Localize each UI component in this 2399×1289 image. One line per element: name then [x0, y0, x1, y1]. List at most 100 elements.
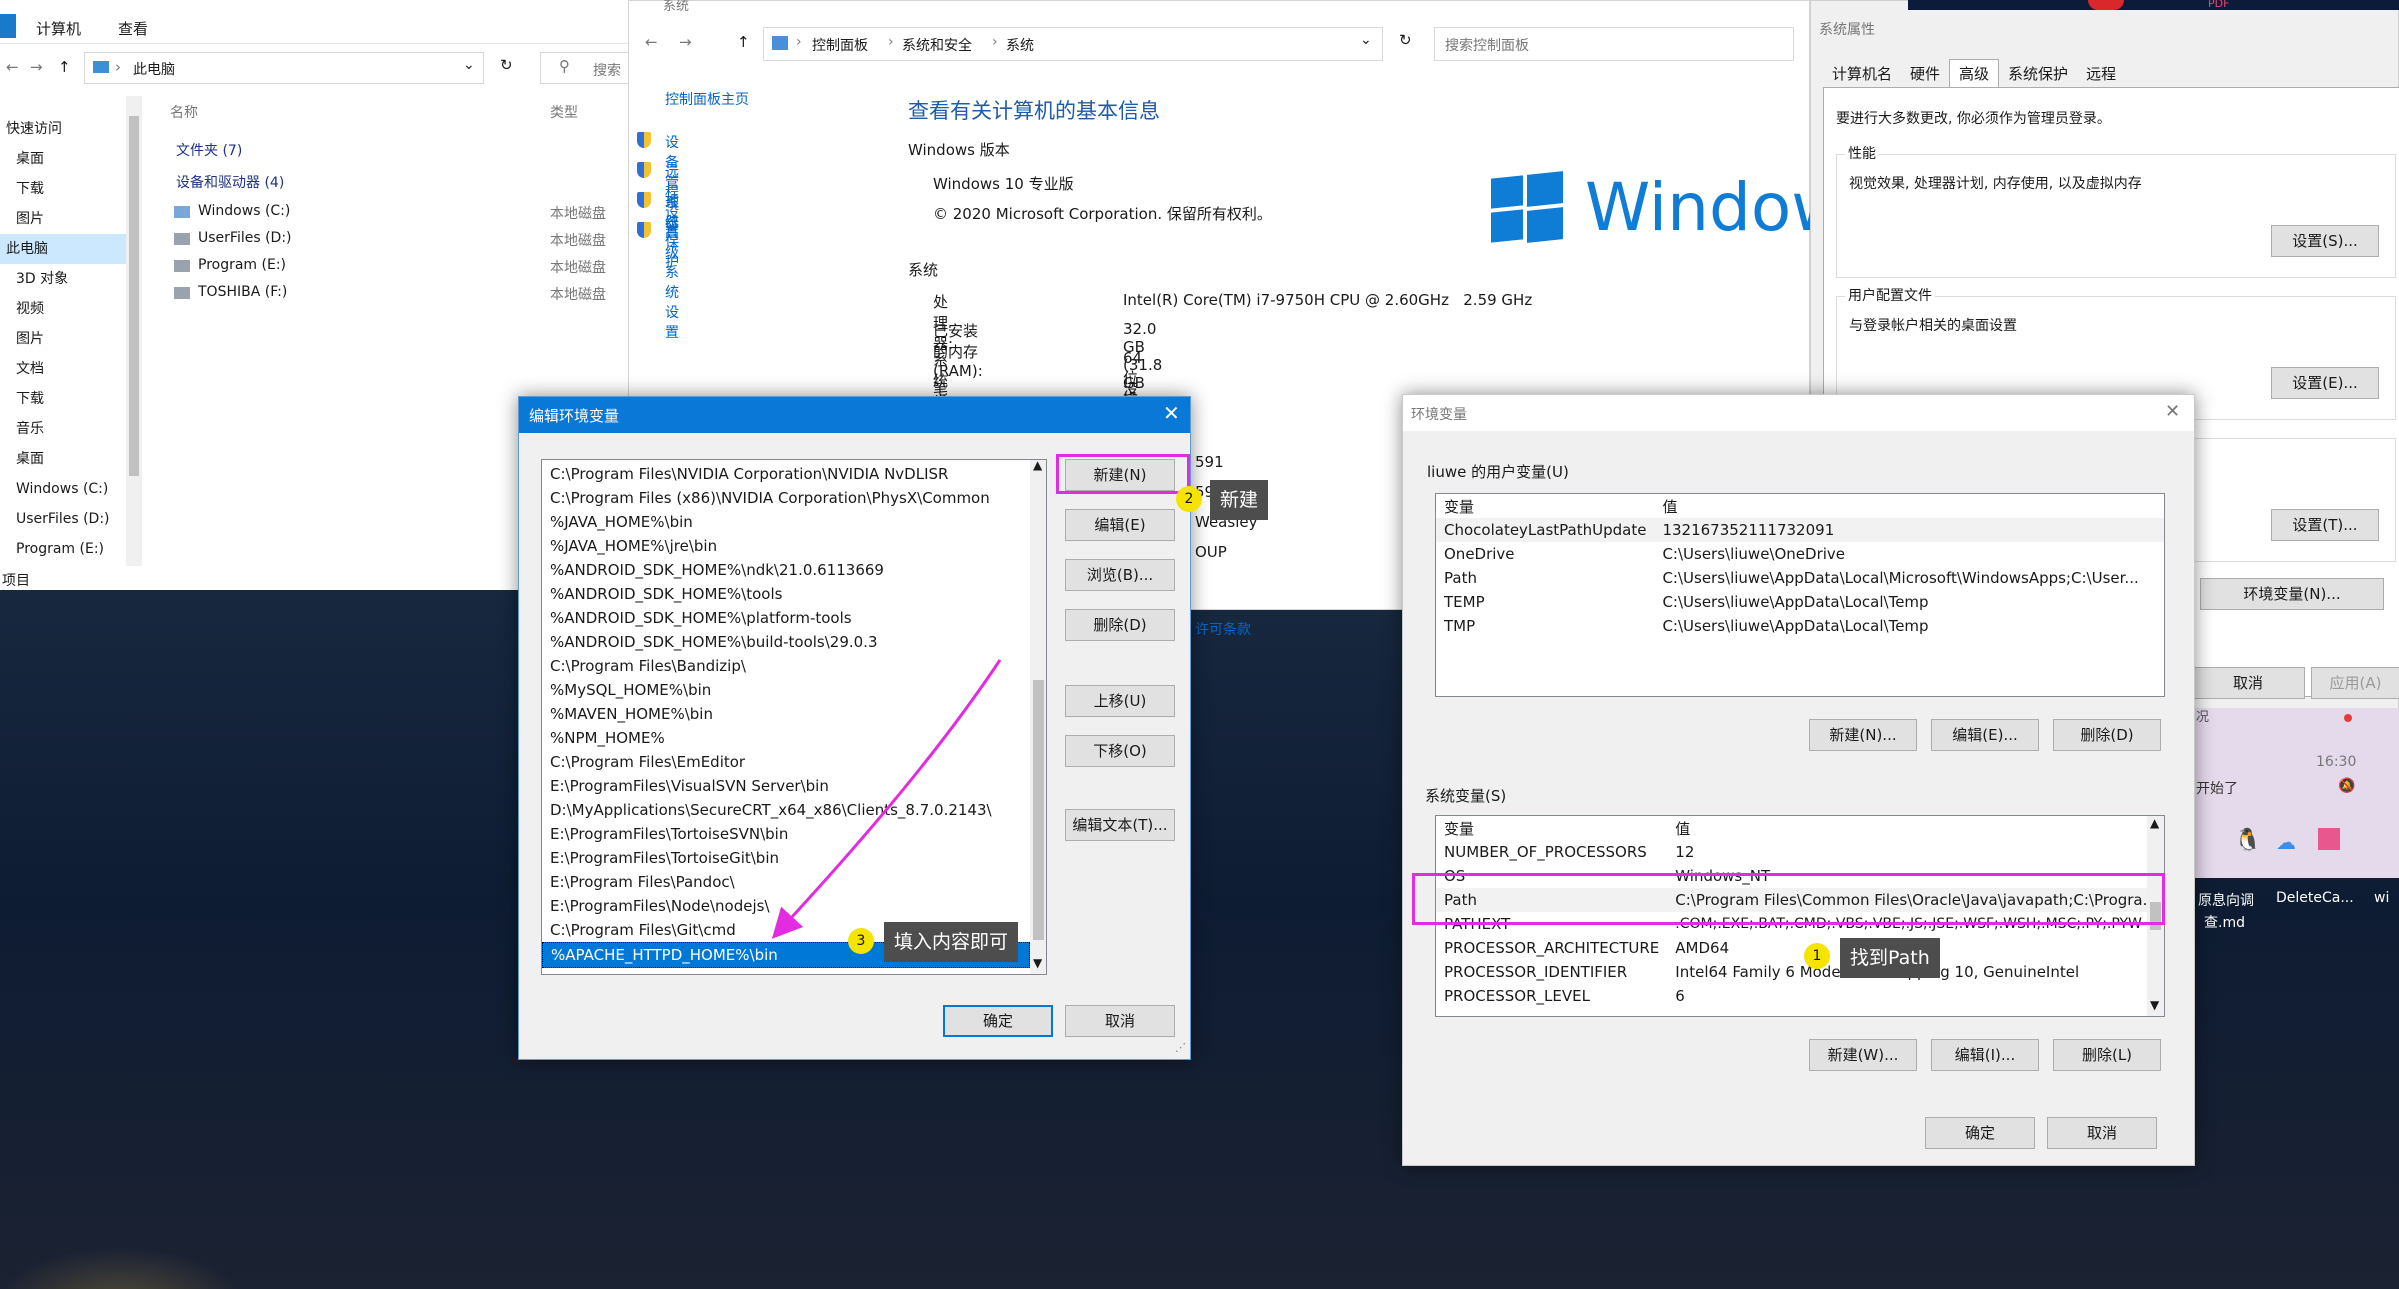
drive-row[interactable]: UserFiles (D:) 本地磁盘	[170, 227, 630, 254]
ribbon-tab-computer[interactable]: 计算机	[36, 18, 81, 39]
profile-settings-button[interactable]: 设置(E)...	[2271, 367, 2379, 399]
explorer-search-box[interactable]: ⚲ 搜索	[540, 52, 632, 84]
path-entry-row[interactable]: %JAVA_HOME%\bin	[542, 510, 1030, 534]
qq-icon[interactable]: 🐧	[2234, 828, 2261, 853]
drive-row[interactable]: Program (E:) 本地磁盘	[170, 254, 630, 281]
table-row[interactable]: PROCESSOR_LEVEL 6	[1436, 984, 2164, 1008]
path-entry-row[interactable]: %JAVA_HOME%\jre\bin	[542, 534, 1030, 558]
resize-grip-icon[interactable]: ⋰	[1175, 1041, 1186, 1054]
column-header-name[interactable]: 名称	[170, 102, 198, 122]
nav-drive-e[interactable]: Program (E:)	[0, 534, 140, 564]
path-entry-row[interactable]: C:\Program Files\NVIDIA Corporation\NVID…	[542, 462, 1030, 486]
nav-documents[interactable]: 文档	[0, 354, 140, 384]
table-row[interactable]: NUMBER_OF_PROCESSORS 12	[1436, 840, 2164, 864]
nav-music[interactable]: 音乐	[0, 414, 140, 444]
delete-entry-button[interactable]: 删除(D)	[1065, 609, 1175, 641]
path-entry-row[interactable]: %ANDROID_SDK_HOME%\platform-tools	[542, 606, 1030, 630]
edit-env-ok-button[interactable]: 确定	[943, 1005, 1053, 1037]
nav-pictures[interactable]: 图片	[0, 204, 140, 234]
user-new-button[interactable]: 新建(N)...	[1809, 719, 1917, 751]
table-row[interactable]: PROCESSOR_IDENTIFIER Intel64 Family 6 Mo…	[1436, 960, 2164, 984]
close-icon[interactable]: ✕	[1163, 401, 1180, 425]
scroll-thumb[interactable]	[1033, 680, 1044, 940]
license-terms-link[interactable]: 许可条款	[1195, 619, 1251, 639]
breadcrumb-item[interactable]: 控制面板	[812, 35, 868, 55]
drive-row[interactable]: TOSHIBA (F:) 本地磁盘	[170, 281, 630, 308]
system-address-bar[interactable]: › 控制面板 › 系统和安全 › 系统 ⌄	[763, 27, 1383, 61]
user-edit-button[interactable]: 编辑(E)...	[1931, 719, 2039, 751]
nav-3d-objects[interactable]: 3D 对象	[0, 264, 140, 294]
nav-downloads[interactable]: 下载	[0, 174, 140, 204]
up-arrow-icon[interactable]: ↑	[737, 33, 750, 51]
scroll-down-icon[interactable]: ▼	[2150, 998, 2159, 1012]
scroll-up-icon[interactable]: ▲	[2150, 816, 2159, 830]
path-entry-row[interactable]: %ANDROID_SDK_HOME%\tools	[542, 582, 1030, 606]
col-header-variable[interactable]: 变量	[1436, 816, 1667, 840]
env-vars-cancel-button[interactable]: 取消	[2047, 1117, 2157, 1149]
browse-button[interactable]: 浏览(B)...	[1065, 559, 1175, 591]
sysprops-apply-button[interactable]: 应用(A)	[2311, 667, 2399, 699]
table-row[interactable]: TEMP C:\Users\liuwe\AppData\Local\Temp	[1436, 590, 2164, 614]
desktop-icon-label[interactable]: 原息向调	[2198, 890, 2254, 910]
up-arrow-icon[interactable]: ↑	[58, 58, 71, 76]
desktop-icon-label[interactable]: wi	[2374, 890, 2389, 906]
path-entry-row[interactable]: %ANDROID_SDK_HOME%\ndk\21.0.6113669	[542, 558, 1030, 582]
tab-system-protection[interactable]: 系统保护	[1999, 60, 2077, 88]
ribbon-file-tab[interactable]	[0, 14, 16, 38]
startup-settings-button[interactable]: 设置(T)...	[2271, 509, 2379, 541]
table-row[interactable]: Path C:\Users\liuwe\AppData\Local\Micros…	[1436, 566, 2164, 590]
performance-settings-button[interactable]: 设置(S)...	[2271, 225, 2379, 257]
edit-entry-button[interactable]: 编辑(E)	[1065, 509, 1175, 541]
nav-desktop[interactable]: 桌面	[0, 144, 140, 174]
col-header-value[interactable]: 值	[1667, 816, 2164, 840]
list-scrollbar[interactable]: ▲ ▼	[1030, 460, 1046, 974]
desktop-icon-label[interactable]: DeleteCa...	[2276, 890, 2354, 906]
desktop-icon-label[interactable]: 查.md	[2204, 912, 2245, 932]
tab-remote[interactable]: 远程	[2077, 60, 2125, 88]
sysprops-cancel-button[interactable]: 取消	[2191, 667, 2305, 699]
close-icon[interactable]: ✕	[2165, 401, 2180, 422]
red-app-icon[interactable]	[2088, 0, 2124, 10]
tab-hardware[interactable]: 硬件	[1901, 60, 1949, 88]
user-vars-table[interactable]: 变量 值 ChocolateyLastPathUpdate 1321673521…	[1435, 493, 2165, 697]
forward-arrow-icon[interactable]: →	[679, 33, 692, 51]
breadcrumb-item[interactable]: 系统和安全	[902, 35, 972, 55]
nav-this-pc[interactable]: 此电脑	[0, 234, 140, 264]
nav-drive-d[interactable]: UserFiles (D:)	[0, 504, 140, 534]
control-panel-home-link[interactable]: 控制面板主页	[665, 89, 749, 109]
env-vars-ok-button[interactable]: 确定	[1925, 1117, 2035, 1149]
nav-quick-access[interactable]: 快速访问	[0, 114, 140, 144]
scroll-down-icon[interactable]: ▼	[1033, 956, 1042, 970]
apps-icon[interactable]	[2318, 828, 2340, 850]
user-delete-button[interactable]: 删除(D)	[2053, 719, 2161, 751]
nav-desktop-2[interactable]: 桌面	[0, 444, 140, 474]
folders-group-header[interactable]: 文件夹 (7)	[176, 140, 242, 160]
ribbon-tab-view[interactable]: 查看	[118, 18, 148, 39]
environment-variables-button[interactable]: 环境变量(N)...	[2200, 578, 2384, 610]
chevron-down-icon[interactable]: ⌄	[463, 57, 475, 73]
devices-group-header[interactable]: 设备和驱动器 (4)	[176, 172, 284, 192]
chevron-down-icon[interactable]: ⌄	[1360, 32, 1372, 48]
table-row[interactable]: OneDrive C:\Users\liuwe\OneDrive	[1436, 542, 2164, 566]
edit-env-cancel-button[interactable]: 取消	[1065, 1005, 1175, 1037]
column-header-type[interactable]: 类型	[550, 102, 578, 122]
refresh-icon[interactable]: ↻	[500, 56, 513, 74]
system-edit-button[interactable]: 编辑(I)...	[1931, 1039, 2039, 1071]
nav-pictures-2[interactable]: 图片	[0, 324, 140, 354]
table-row[interactable]: TMP C:\Users\liuwe\AppData\Local\Temp	[1436, 614, 2164, 638]
explorer-address-bar[interactable]: › 此电脑 ⌄	[84, 52, 484, 84]
cp-search[interactable]: 搜索控制面板	[1434, 27, 1794, 61]
tab-computer-name[interactable]: 计算机名	[1823, 60, 1901, 88]
edit-text-button[interactable]: 编辑文本(T)...	[1065, 809, 1175, 841]
system-new-button[interactable]: 新建(W)...	[1809, 1039, 1917, 1071]
move-down-button[interactable]: 下移(O)	[1065, 735, 1175, 767]
back-arrow-icon[interactable]: ←	[6, 58, 19, 76]
system-delete-button[interactable]: 删除(L)	[2053, 1039, 2161, 1071]
nav-scroll-thumb[interactable]	[129, 116, 139, 476]
nav-drive-c[interactable]: Windows (C:)	[0, 474, 140, 504]
nav-downloads-2[interactable]: 下载	[0, 384, 140, 414]
col-header-variable[interactable]: 变量	[1436, 494, 1654, 518]
col-header-value[interactable]: 值	[1654, 494, 2164, 518]
table-row[interactable]: ChocolateyLastPathUpdate 132167352111732…	[1436, 518, 2164, 542]
tab-advanced[interactable]: 高级	[1949, 59, 2000, 88]
